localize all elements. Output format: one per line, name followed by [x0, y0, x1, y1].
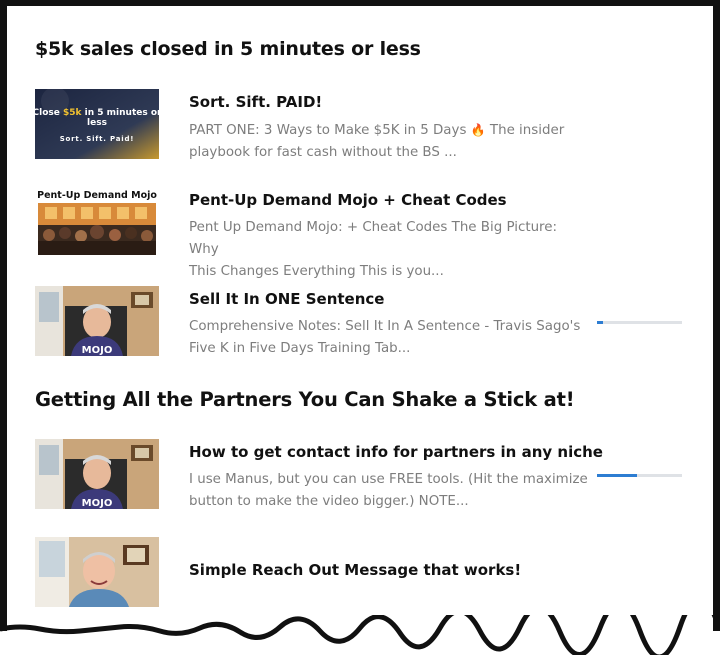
- lesson-description: Pent Up Demand Mojo: + Cheat Codes The B…: [189, 220, 558, 279]
- lesson-thumbnail[interactable]: MOJO: [35, 286, 159, 356]
- fire-icon: 🔥: [470, 123, 486, 137]
- section-title: Getting All the Partners You Can Shake a…: [35, 388, 575, 411]
- lesson-title[interactable]: Sell It In ONE Sentence: [189, 290, 384, 308]
- lesson-thumbnail[interactable]: Close $5k in 5 minutes or less Sort. Sif…: [35, 89, 159, 159]
- lesson-title[interactable]: How to get contact info for partners in …: [189, 443, 603, 461]
- lesson-description: PART ONE: 3 Ways to Make $5K in 5 Days 🔥…: [189, 123, 565, 160]
- lesson-progress-fill: [597, 321, 603, 324]
- lesson-progress-fill: [597, 474, 637, 477]
- lesson-item[interactable]: Simple Reach Out Message that works!: [35, 537, 685, 609]
- lesson-title[interactable]: Simple Reach Out Message that works!: [189, 561, 521, 579]
- lesson-thumbnail[interactable]: [35, 537, 159, 607]
- lesson-thumbnail[interactable]: Pent-Up Demand Mojo: [35, 187, 159, 257]
- section-title: $5k sales closed in 5 minutes or less: [35, 38, 421, 60]
- lesson-item[interactable]: Close $5k in 5 minutes or less Sort. Sif…: [35, 89, 685, 161]
- lesson-item[interactable]: MOJO How to get contact info for partner…: [35, 439, 685, 511]
- svg-text:Close $5k in 5 minutes or: Close $5k in 5 minutes or: [35, 108, 159, 118]
- lesson-progress-bar: [597, 474, 682, 477]
- thumb-text: Sort. Sift. Paid!: [60, 135, 135, 143]
- lesson-item[interactable]: Pent-Up Demand Mojo Pent-Up Demand Mojo …: [35, 187, 685, 279]
- lesson-description: Comprehensive Notes: Sell It In A Senten…: [189, 319, 581, 356]
- torn-edge-decoration: [0, 615, 720, 655]
- lesson-title[interactable]: Pent-Up Demand Mojo + Cheat Codes: [189, 191, 507, 209]
- lesson-thumbnail[interactable]: MOJO: [35, 439, 159, 509]
- thumb-text: MOJO: [82, 345, 113, 356]
- lesson-title[interactable]: Sort. Sift. PAID!: [189, 93, 322, 111]
- thumb-text: less: [87, 118, 107, 128]
- lesson-progress-bar: [597, 321, 682, 324]
- thumb-text: Close: [35, 108, 63, 118]
- lesson-item[interactable]: MOJO Sell It In ONE Sentence Comprehensi…: [35, 286, 685, 358]
- thumb-caption: Pent-Up Demand Mojo: [37, 190, 157, 201]
- lesson-description: I use Manus, but you can use FREE tools.…: [189, 472, 588, 509]
- thumb-text: MOJO: [82, 498, 113, 509]
